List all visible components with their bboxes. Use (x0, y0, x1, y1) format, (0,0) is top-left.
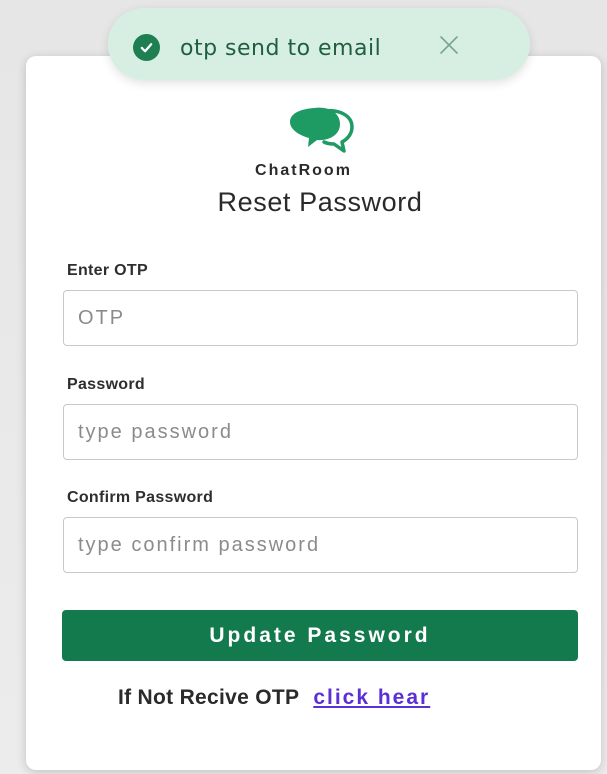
otp-input[interactable] (63, 290, 578, 346)
page: otp send to email ChatRoom Reset Passwor… (0, 0, 607, 774)
password-label: Password (67, 376, 145, 393)
toast-message: otp send to email (180, 36, 382, 61)
resend-otp-link[interactable]: click hear (313, 686, 430, 709)
confirm-password-input[interactable] (63, 517, 578, 573)
resend-otp-text: If Not Recive OTP (118, 686, 300, 709)
brand-name: ChatRoom (255, 162, 352, 179)
confirm-password-label: Confirm Password (67, 489, 214, 506)
update-password-button[interactable]: Update Password (62, 610, 578, 661)
otp-label: Enter OTP (67, 262, 148, 279)
toast-notification: otp send to email (108, 8, 530, 80)
close-icon[interactable] (438, 34, 460, 56)
check-circle-icon (133, 34, 160, 61)
chat-bubbles-icon (290, 107, 354, 153)
password-input[interactable] (63, 404, 578, 460)
page-title: Reset Password (217, 187, 423, 217)
resend-otp-row: If Not Recive OTP click hear (118, 686, 430, 710)
